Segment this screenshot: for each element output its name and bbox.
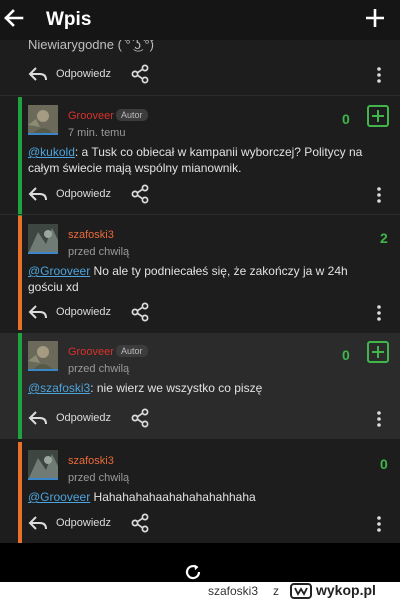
vote-plus-icon [372,346,384,358]
comment-item: Grooveer Autor przed chwilą @szafoski3: … [0,333,400,439]
share-icon[interactable] [130,302,150,322]
vote-plus-button[interactable] [367,105,389,127]
more-vertical-icon[interactable] [374,185,384,205]
comment-author[interactable]: Grooveer [68,110,114,122]
share-icon[interactable] [130,408,150,428]
share-icon[interactable] [130,184,150,204]
comment-body: : a Tusk co obiecał w kampanii wyborczej… [28,145,363,175]
author-badge: Autor [116,109,148,121]
vote-score: 2 [380,230,388,246]
watermark-site: wykop.pl [316,582,376,598]
comment-time: 7 min. temu [68,127,126,139]
divider [0,95,400,96]
page-title: Wpis [46,9,92,30]
reply-icon[interactable] [28,515,48,531]
vote-plus-icon [372,110,384,122]
mention-link[interactable]: @szafoski3 [28,381,90,395]
author-badge: Autor [116,345,148,357]
comment-actions: Odpowiedz [0,404,400,434]
vote-score: 0 [342,347,350,363]
share-icon[interactable] [130,513,150,533]
vote-score: 0 [342,111,350,127]
avatar[interactable] [28,224,58,254]
comment-author[interactable]: Grooveer [68,346,114,358]
more-vertical-icon[interactable] [374,409,384,429]
watermark-separator: z [273,584,279,598]
comment-time: przed chwilą [68,472,130,484]
comment-actions: Odpowiedz [0,298,400,328]
comment-text: @Grooveer Hahahahahaahahahahahhaha [28,489,378,505]
comment-time: przed chwilą [68,246,130,258]
refresh-icon[interactable] [184,563,202,581]
comment-actions: Odpowiedz [0,60,400,90]
comment-actions: Odpowiedz [0,180,400,210]
reply-button[interactable]: Odpowiedz [56,306,111,318]
reply-icon[interactable] [28,66,48,82]
app-header: Wpis [0,0,400,40]
previous-comment-text: Niewiarygodne ( ͡° ͜ʖ ͡°) [28,40,154,52]
divider [0,214,400,215]
comment-author[interactable]: szafoski3 [68,455,114,467]
mention-link[interactable]: @Grooveer [28,490,90,504]
avatar[interactable] [28,450,58,480]
avatar[interactable] [28,341,58,371]
comment-body: : nie wierz we wszystko co piszę [90,381,263,395]
more-vertical-icon[interactable] [374,303,384,323]
comment-text: @Grooveer No ale ty podniecałeś się, że … [28,263,378,295]
comment-text: @szafoski3: nie wierz we wszystko co pis… [28,380,378,396]
bottom-bar [0,543,400,583]
comment-author[interactable]: szafoski3 [68,229,114,241]
reply-icon[interactable] [28,410,48,426]
reply-button[interactable]: Odpowiedz [56,517,111,529]
reply-button[interactable]: Odpowiedz [56,188,111,200]
watermark-user: szafoski3 [208,584,259,598]
comment-item: szafoski3 przed chwilą @Grooveer Hahahah… [0,442,400,543]
comment-text: @kukold: a Tusk co obiecał w kampanii wy… [28,144,378,176]
comment-body: Hahahahahaahahahahahhaha [90,490,256,504]
more-vertical-icon[interactable] [374,65,384,85]
share-icon[interactable] [130,64,150,84]
more-vertical-icon[interactable] [374,514,384,534]
reply-button[interactable]: Odpowiedz [56,68,111,80]
wykop-logo-icon [290,583,312,599]
plus-icon[interactable] [364,6,386,30]
watermark: szafoski3 z wykop.pl [0,582,400,600]
arrow-left-icon[interactable] [2,4,26,32]
comment-item: Grooveer Autor 7 min. temu @kukold: a Tu… [0,97,400,223]
vote-score: 0 [380,456,388,472]
mention-link[interactable]: @kukold [28,145,75,159]
reply-icon[interactable] [28,304,48,320]
reply-button[interactable]: Odpowiedz [56,412,111,424]
reply-icon[interactable] [28,186,48,202]
avatar[interactable] [28,105,58,135]
vote-plus-button[interactable] [367,341,389,363]
comment-item: szafoski3 przed chwilą @Grooveer No ale … [0,216,400,330]
comment-actions: Odpowiedz [0,509,400,539]
comment-feed: Niewiarygodne ( ͡° ͜ʖ ͡°) Odpowiedz Groo… [0,40,400,543]
comment-time: przed chwilą [68,363,130,375]
mention-link[interactable]: @Grooveer [28,264,90,278]
